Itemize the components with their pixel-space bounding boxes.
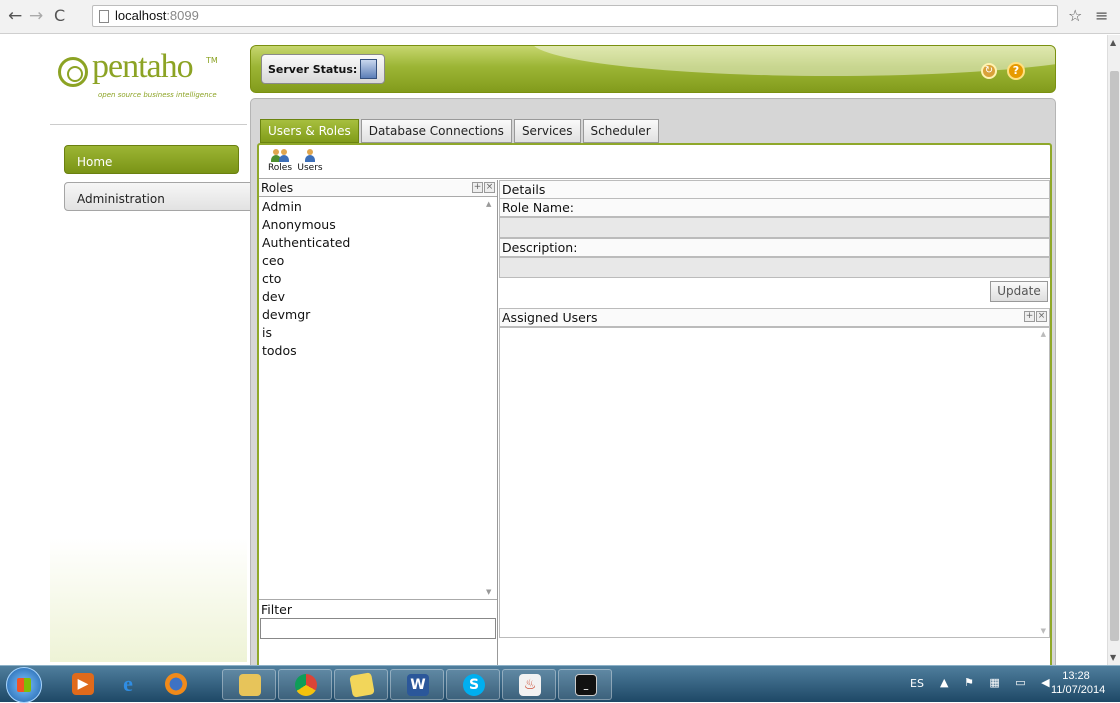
admin-panel: Users & Roles Database Connections Servi… [250, 98, 1056, 692]
roles-list[interactable]: Admin Anonymous Authenticated ceo cto de… [259, 198, 495, 598]
server-status-label: Server Status: [268, 63, 358, 76]
delete-role-icon[interactable]: × [484, 182, 495, 193]
details-title: Details [499, 180, 1050, 199]
list-item[interactable]: Admin [259, 198, 495, 216]
logo-tagline: open source business intelligence [98, 91, 217, 99]
scroll-up-icon[interactable]: ▲ [1110, 38, 1116, 47]
list-item[interactable]: is [259, 324, 495, 342]
role-name-field[interactable] [499, 217, 1050, 238]
page-content: pentaho TM open source business intellig… [0, 35, 1107, 692]
scrollbar-thumb[interactable] [1110, 71, 1119, 641]
word-icon[interactable]: W [390, 669, 444, 700]
refresh-icon[interactable]: ↻ [981, 63, 997, 79]
scroll-up-icon[interactable]: ▲ [486, 200, 491, 208]
roles-panel-header: Roles + × [259, 180, 497, 197]
reload-icon[interactable]: C [54, 6, 65, 25]
taskbar: ▶ e W S ♨ _ ES ▲ ⚑ ▦ ▭ ◀ 13:28 11/07/201… [0, 665, 1120, 703]
users-icon [301, 149, 319, 163]
pentaho-logo: pentaho TM open source business intellig… [58, 48, 238, 104]
admin-tabs: Users & Roles Database Connections Servi… [260, 119, 661, 143]
skype-icon[interactable]: S [446, 669, 500, 700]
update-button[interactable]: Update [990, 281, 1048, 302]
scroll-up-icon[interactable]: ▲ [1041, 330, 1046, 338]
menu-icon[interactable]: ≡ [1095, 6, 1108, 25]
left-navigation: pentaho TM open source business intellig… [50, 42, 254, 662]
command-prompt-icon[interactable]: _ [558, 669, 612, 700]
list-item[interactable]: devmgr [259, 306, 495, 324]
nav-administration-button[interactable]: Administration [64, 182, 254, 211]
list-item[interactable]: dev [259, 288, 495, 306]
clock-date: 11/07/2014 [1051, 684, 1106, 696]
scroll-down-icon[interactable]: ▼ [1041, 627, 1046, 635]
roles-panel: Roles + × Admin Anonymous Authenticated … [259, 180, 498, 688]
filter-label: Filter [259, 599, 497, 618]
list-item[interactable]: Anonymous [259, 216, 495, 234]
roles-panel-title: Roles [261, 181, 294, 195]
address-bar[interactable]: localhost:8099 [92, 5, 1058, 27]
page-icon [99, 10, 109, 23]
assigned-users-title: Assigned Users [502, 310, 598, 325]
details-panel: Details Role Name: Description: Update A… [499, 180, 1050, 688]
server-status-button[interactable]: Server Status: [261, 54, 385, 84]
tab-content: Roles Users Roles + × Admin Anonymous Au… [257, 143, 1052, 688]
roles-toggle-label: Roles [267, 163, 293, 173]
scroll-down-icon[interactable]: ▼ [486, 588, 491, 596]
logo-wordmark: pentaho [92, 48, 194, 85]
chrome-icon[interactable] [278, 669, 332, 700]
pentaho-swirl-icon [58, 57, 88, 87]
list-item[interactable]: cto [259, 270, 495, 288]
url-port: :8099 [166, 8, 199, 23]
firefox-icon[interactable] [156, 669, 196, 700]
back-icon[interactable]: ← [8, 6, 22, 26]
clock[interactable]: 13:28 11/07/2014 [1051, 669, 1106, 697]
tab-database-connections[interactable]: Database Connections [360, 119, 512, 143]
tab-services[interactable]: Services [513, 119, 581, 143]
list-item[interactable]: Authenticated [259, 234, 495, 252]
star-icon[interactable]: ☆ [1068, 6, 1082, 25]
filter-input[interactable] [260, 618, 496, 639]
add-user-icon[interactable]: + [1024, 311, 1035, 322]
clock-time: 13:28 [1062, 670, 1090, 682]
server-icon [360, 59, 377, 79]
assigned-users-list[interactable]: ▲ ▼ [499, 327, 1050, 638]
browser-toolbar: ← → C localhost:8099 ☆ ≡ [0, 0, 1120, 34]
start-button[interactable] [6, 667, 42, 703]
list-item[interactable]: todos [259, 342, 495, 360]
media-player-icon[interactable]: ▶ [64, 669, 100, 700]
url-host: localhost [115, 8, 167, 23]
description-field[interactable] [499, 257, 1050, 278]
roles-scrollbar[interactable]: ▲ ▼ [485, 198, 495, 598]
role-name-label: Role Name: [499, 198, 1050, 217]
page-scrollbar[interactable]: ▲ ▼ [1107, 35, 1120, 665]
logo-tm: TM [206, 56, 218, 65]
notes-icon[interactable] [334, 669, 388, 700]
java-icon[interactable]: ♨ [502, 669, 556, 700]
internet-explorer-icon[interactable]: e [108, 669, 148, 700]
roles-toggle-button[interactable]: Roles [265, 147, 295, 177]
users-roles-toolbar: Roles Users [259, 145, 1050, 179]
scroll-down-icon[interactable]: ▼ [1110, 653, 1116, 662]
language-indicator[interactable]: ES [910, 677, 924, 690]
assigned-users-header: Assigned Users + × [499, 308, 1050, 327]
description-label: Description: [499, 238, 1050, 257]
file-explorer-icon[interactable] [222, 669, 276, 700]
help-icon[interactable]: ? [1007, 62, 1025, 80]
roles-icon [271, 149, 289, 163]
add-role-icon[interactable]: + [472, 182, 483, 193]
nav-divider [50, 124, 247, 125]
header-bar: Server Status: ↻ ? [250, 45, 1056, 93]
nav-home-button[interactable]: Home [64, 145, 239, 174]
users-toggle-label: Users [297, 163, 323, 173]
forward-icon[interactable]: → [29, 6, 43, 26]
remove-user-icon[interactable]: × [1036, 311, 1047, 322]
header-sheen [531, 46, 1055, 76]
tray-icons[interactable]: ▲ ⚑ ▦ ▭ ◀ [940, 676, 1056, 689]
list-item[interactable]: ceo [259, 252, 495, 270]
users-toggle-button[interactable]: Users [295, 147, 325, 177]
tab-scheduler[interactable]: Scheduler [582, 119, 659, 143]
system-tray: ES ▲ ⚑ ▦ ▭ ◀ 13:28 11/07/2014 [905, 666, 1120, 703]
tab-users-roles[interactable]: Users & Roles [260, 119, 359, 143]
